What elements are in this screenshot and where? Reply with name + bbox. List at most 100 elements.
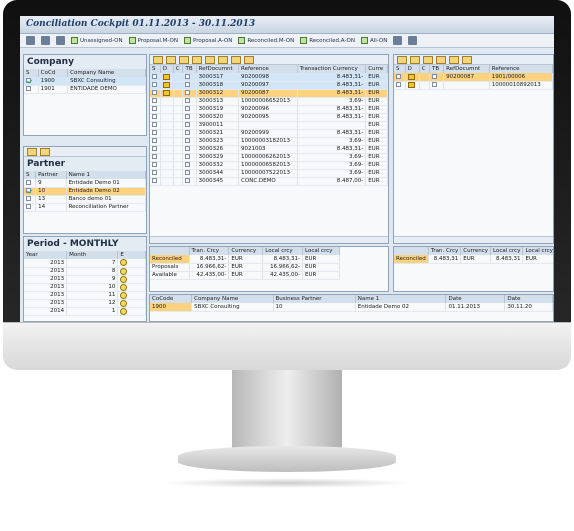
table-row[interactable]: Reconciled 8.483,31 EUR 8.483,31 EUR xyxy=(394,255,553,264)
table-row[interactable]: 2013 11 xyxy=(24,291,146,300)
checkbox[interactable] xyxy=(185,114,191,119)
clock-icon[interactable] xyxy=(120,267,128,275)
checkbox[interactable] xyxy=(152,73,157,79)
table-row[interactable]: 3000317 90200098 8.483,31- EUR xyxy=(150,73,388,82)
checkbox[interactable] xyxy=(26,179,31,185)
checkbox[interactable] xyxy=(152,98,157,103)
unassigned-on-button[interactable]: Unassigned-ON xyxy=(71,37,123,44)
checkbox[interactable] xyxy=(185,154,191,159)
checkbox[interactable] xyxy=(185,178,191,183)
table-row[interactable]: 3000312 90200087 8.483,31- EUR xyxy=(150,89,388,98)
reconciled-a-on-button[interactable]: Reconciled.A-ON xyxy=(300,37,355,44)
details-icon[interactable] xyxy=(153,56,163,64)
proposal-m-on-button[interactable]: Proposal.M-ON xyxy=(128,37,178,44)
checkbox[interactable] xyxy=(396,73,401,79)
checkbox[interactable] xyxy=(185,146,191,151)
table-row[interactable]: 3000313 10000006652013 3,69- EUR xyxy=(150,97,388,106)
clock-icon[interactable] xyxy=(120,299,128,307)
checkbox[interactable] xyxy=(185,170,191,175)
checkbox[interactable] xyxy=(26,188,31,193)
checkbox[interactable] xyxy=(152,130,157,135)
table-row[interactable]: 3900011 EUR xyxy=(150,121,388,130)
settings-icon[interactable] xyxy=(408,36,418,45)
filter-icon[interactable] xyxy=(192,56,202,64)
export-icon[interactable] xyxy=(218,56,228,64)
checkbox[interactable] xyxy=(152,122,157,127)
layout-icon[interactable] xyxy=(393,36,403,45)
table-row[interactable]: 14 Reconciliation Partner xyxy=(24,203,146,212)
checkbox[interactable] xyxy=(185,73,191,79)
refresh-icon[interactable] xyxy=(56,36,65,45)
table-row[interactable]: 90200087 1901/00006 xyxy=(394,73,553,82)
filter-icon[interactable] xyxy=(436,56,446,64)
sort-up-icon[interactable] xyxy=(410,56,420,64)
checkbox[interactable] xyxy=(185,98,191,103)
reconciled-m-on-button[interactable]: Reconciled.M-ON xyxy=(238,37,294,44)
binoculars-icon[interactable] xyxy=(41,36,50,45)
table-row[interactable]: 2013 9 xyxy=(24,275,146,284)
table-row[interactable]: 3000344 10000007522013 3,69- EUR xyxy=(150,169,388,178)
sum-icon[interactable] xyxy=(449,56,459,64)
clock-icon[interactable] xyxy=(120,283,128,291)
horizontal-scrollbar[interactable] xyxy=(394,236,553,243)
sum-icon[interactable] xyxy=(205,56,215,64)
checkbox[interactable] xyxy=(185,90,191,95)
table-row[interactable]: 3000326 9021003 8.483,31- EUR xyxy=(150,145,388,154)
checkbox[interactable] xyxy=(152,114,157,119)
checkbox[interactable] xyxy=(185,162,191,167)
table-row[interactable]: 2013 10 xyxy=(24,283,146,292)
export-icon[interactable] xyxy=(462,56,472,64)
checkbox[interactable] xyxy=(185,82,191,87)
checkbox[interactable] xyxy=(185,130,191,135)
sort-down-icon[interactable] xyxy=(423,56,433,64)
checkbox[interactable] xyxy=(152,146,157,151)
table-row[interactable]: 13 Banco demo 01 xyxy=(24,195,146,204)
table-row[interactable]: 3000320 90200095 8.483,31- EUR xyxy=(150,113,388,122)
table-row[interactable]: 1900 SBXC Consulting 10 Entidade Demo 02 01.… xyxy=(150,303,553,312)
checkbox[interactable] xyxy=(152,90,157,95)
table-row[interactable]: 2013 8 xyxy=(24,267,146,276)
select-icon[interactable] xyxy=(40,148,50,156)
checkbox[interactable] xyxy=(152,178,157,183)
checkbox[interactable] xyxy=(152,106,157,111)
table-row[interactable]: 1901 ENTIDADE DEMO xyxy=(24,85,146,94)
checkbox[interactable] xyxy=(152,138,157,143)
checkbox[interactable] xyxy=(26,204,31,209)
table-row[interactable]: 2013 7 xyxy=(24,259,146,268)
layout-icon[interactable] xyxy=(231,56,241,64)
table-row[interactable]: 10 Entidade Demo 02 xyxy=(24,187,146,196)
filter-icon[interactable] xyxy=(27,148,37,156)
table-row[interactable]: Available 42.435,00- EUR 42.435,00- EUR xyxy=(150,271,340,280)
table-row[interactable]: 2013 12 xyxy=(24,299,146,308)
table-row[interactable]: Proposals 16.966,62- EUR 16.966,62- EUR xyxy=(150,263,340,272)
table-row[interactable]: 3000323 10000003182013 3,69- EUR xyxy=(150,137,388,146)
table-row[interactable]: 9 Entidade Demo 01 xyxy=(24,179,146,188)
checkbox[interactable] xyxy=(185,138,191,143)
details-icon[interactable] xyxy=(397,56,407,64)
proposal-a-on-button[interactable]: Proposal.A-ON xyxy=(184,37,232,44)
clock-icon[interactable] xyxy=(120,259,128,267)
checkbox[interactable] xyxy=(152,154,157,159)
display-icon[interactable] xyxy=(26,36,35,45)
checkbox[interactable] xyxy=(152,170,157,175)
table-row[interactable]: 3000345 CONC.DEMO 8.487,00- EUR xyxy=(150,177,388,186)
table-row[interactable]: Reconciled 8.483,31- EUR 8.483,31- EUR xyxy=(150,255,340,264)
all-on-button[interactable]: All-ON xyxy=(360,37,387,44)
table-row[interactable]: 2014 1 xyxy=(24,307,146,316)
table-row[interactable]: 10000010892013 xyxy=(394,81,553,90)
checkbox[interactable] xyxy=(152,162,157,167)
table-row[interactable]: 3000321 90200999 8.483,31- EUR xyxy=(150,129,388,138)
sort-down-icon[interactable] xyxy=(179,56,189,64)
horizontal-scrollbar[interactable] xyxy=(150,236,388,243)
clock-icon[interactable] xyxy=(120,291,128,299)
checkbox[interactable] xyxy=(26,77,31,83)
checkbox[interactable] xyxy=(185,106,191,111)
checkbox[interactable] xyxy=(431,82,437,87)
table-row[interactable]: 1900 SBXC Consulting xyxy=(24,77,146,86)
table-row[interactable]: 3000329 10000006262013 3,69- EUR xyxy=(150,153,388,162)
checkbox[interactable] xyxy=(26,196,31,201)
table-row[interactable]: 3000319 90200096 8.483,31- EUR xyxy=(150,105,388,114)
clock-icon[interactable] xyxy=(120,307,128,315)
checkbox[interactable] xyxy=(26,86,31,91)
checkbox[interactable] xyxy=(185,122,191,127)
